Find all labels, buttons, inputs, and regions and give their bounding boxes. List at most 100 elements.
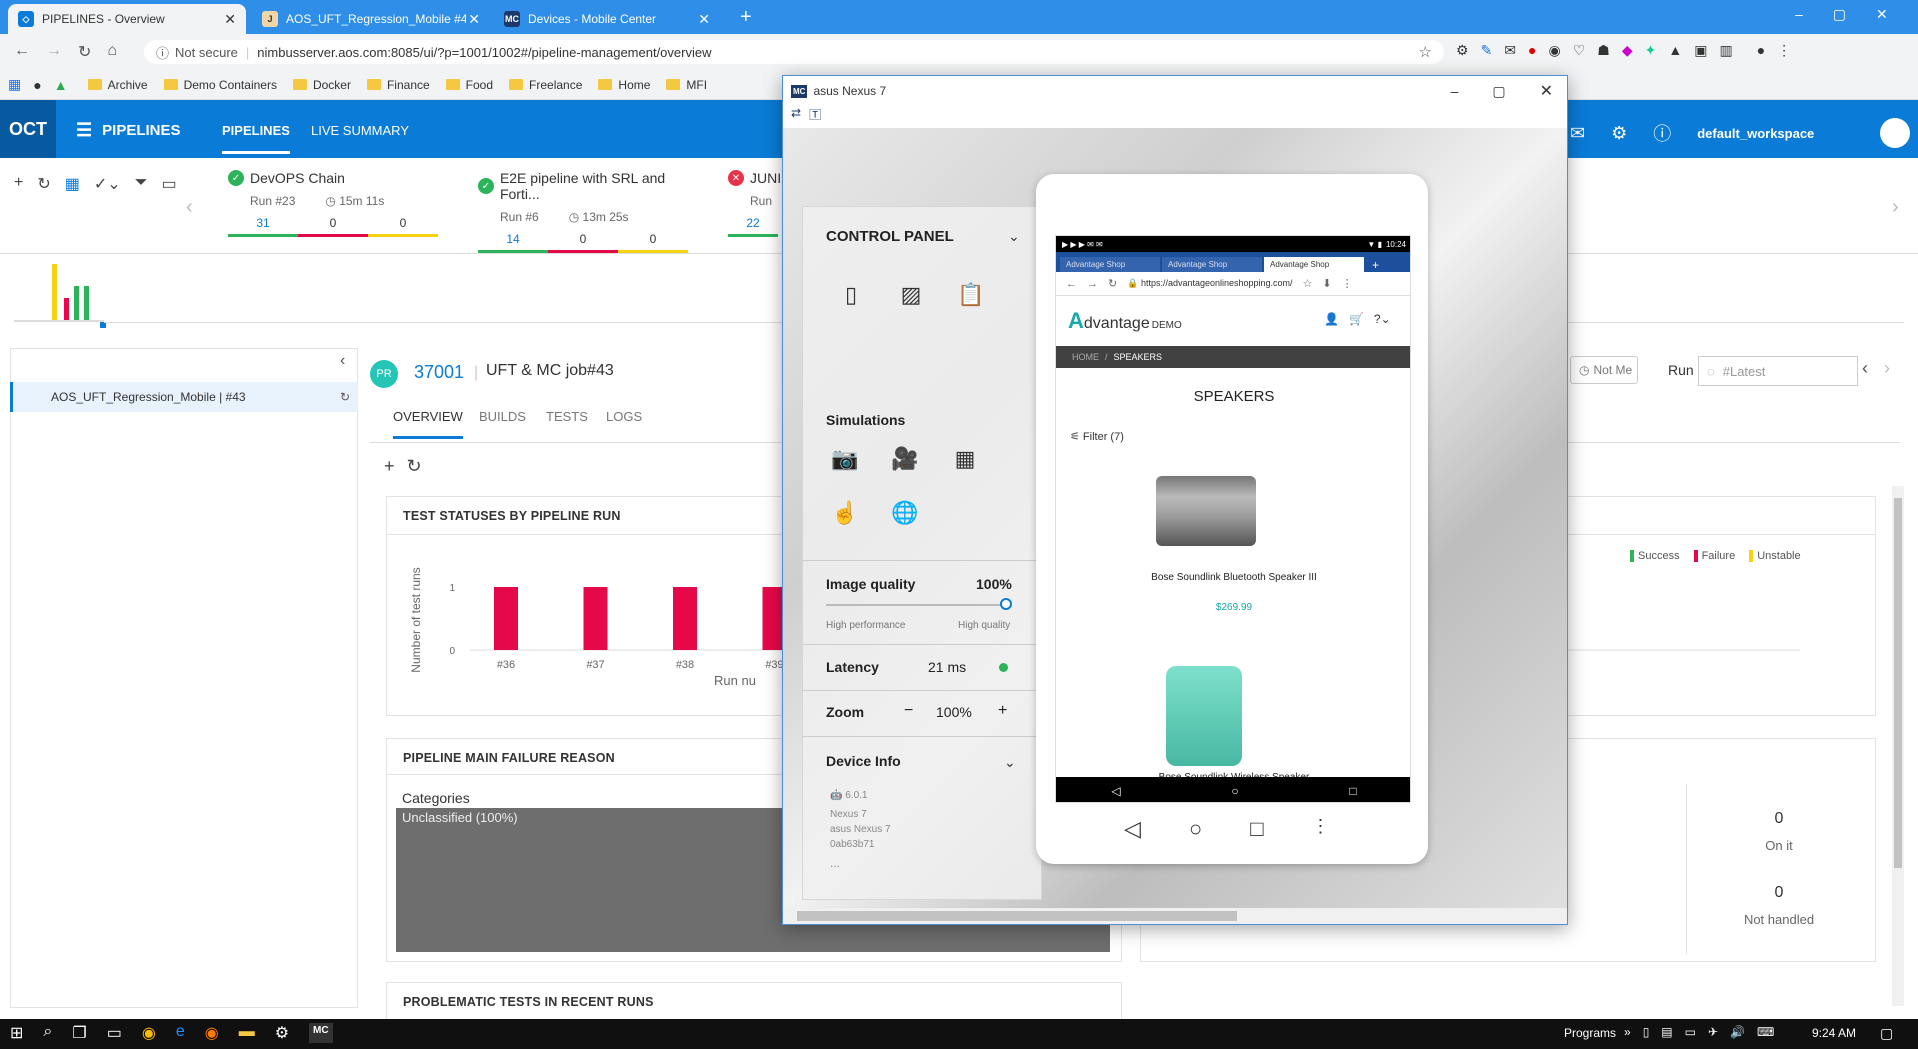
back-icon[interactable]: ← <box>14 42 30 62</box>
close-window-icon[interactable]: ✕ <box>1540 81 1553 101</box>
check-dropdown-icon[interactable]: ✓⌄ <box>94 174 121 194</box>
firefox-icon[interactable]: ◉ <box>205 1023 219 1043</box>
tab-tests[interactable]: TESTS <box>546 409 588 424</box>
pipeline-card[interactable]: ✕ JUNI Run 22 <box>728 170 788 237</box>
forward-icon[interactable]: → <box>1087 278 1098 290</box>
rotate-device-icon[interactable]: ▯ <box>836 280 866 310</box>
mobile-tab-active[interactable]: Advantage Shop <box>1264 257 1364 272</box>
window-controls[interactable]: –▢✕ <box>1795 6 1918 23</box>
scroll-right-icon[interactable]: › <box>1892 196 1899 219</box>
slider-thumb[interactable] <box>1000 598 1012 610</box>
reload-icon[interactable]: ↻ <box>78 42 91 62</box>
chrome-icon[interactable]: ◉ <box>142 1023 156 1043</box>
menu-icon[interactable]: ⋮ <box>1777 42 1791 59</box>
menu-icon[interactable]: ⋮ <box>1342 277 1353 290</box>
run-id-link[interactable]: 37001 <box>414 362 464 383</box>
filter-button[interactable]: ⚟ Filter (7) <box>1070 430 1124 443</box>
pipeline-card[interactable]: ✓ E2E pipeline with SRL and Forti... Run … <box>478 170 708 253</box>
minimize-icon[interactable]: – <box>1451 83 1459 99</box>
zoom-out-button[interactable]: − <box>904 702 913 720</box>
search-icon[interactable]: ⌕ <box>43 1023 52 1043</box>
refresh-icon[interactable]: ↻ <box>37 174 50 194</box>
close-tab-icon[interactable]: ✕ <box>698 11 710 28</box>
tab-mobile-center[interactable]: MC Devices - Mobile Center ✕ <box>494 4 720 34</box>
run-history-sparkline[interactable] <box>14 264 106 328</box>
recents-icon[interactable]: □ <box>1250 816 1263 842</box>
drive-icon[interactable]: ▲ <box>1668 42 1682 59</box>
bookmark-mfi[interactable]: MFI <box>660 78 713 92</box>
more-info[interactable]: ... <box>830 856 891 871</box>
maximize-icon[interactable]: ▢ <box>1492 83 1505 100</box>
main-menu-button[interactable]: ☰ PIPELINES <box>76 120 181 141</box>
mobile-tab[interactable]: Advantage Shop <box>1162 257 1262 272</box>
close-tab-icon[interactable]: ✕ <box>468 11 480 28</box>
pocket-icon[interactable]: ♡ <box>1573 42 1586 59</box>
workspace-selector[interactable]: default_workspace <box>1697 126 1814 141</box>
network-icon[interactable]: ✈ <box>1708 1025 1718 1039</box>
more-icon[interactable]: ⋮ <box>1312 816 1330 842</box>
video-icon[interactable]: 🎥 <box>890 444 920 474</box>
help-icon[interactable]: ?⌄ <box>1374 312 1391 326</box>
recents-icon[interactable]: □ <box>1349 784 1356 798</box>
avatar[interactable]: ● <box>1757 42 1765 59</box>
apps-icon[interactable]: ▦ <box>8 76 21 93</box>
device-screen[interactable]: ▶ ▶ ▶ ✉ ✉ ▼ ▮ 10:24 Advantage Shop Advan… <box>1055 235 1411 803</box>
bookmark-freelance[interactable]: Freelance <box>503 78 588 92</box>
tab-pipelines[interactable]: PIPELINES <box>222 123 290 154</box>
reload-icon[interactable]: ↻ <box>1108 277 1117 290</box>
bookmark-demo-containers[interactable]: Demo Containers <box>158 78 283 92</box>
clock[interactable]: 9:24 AM <box>1812 1026 1856 1040</box>
user-avatar[interactable] <box>1880 118 1911 148</box>
window-titlebar[interactable]: MC asus Nexus 7 – ▢ ✕ <box>783 76 1567 106</box>
bookmark-food[interactable]: Food <box>440 78 499 92</box>
qr-code-icon[interactable]: ▦ <box>950 444 980 474</box>
tray-icon[interactable]: ▯ <box>1643 1025 1650 1039</box>
mobile-new-tab-icon[interactable]: + <box>1372 258 1379 272</box>
tray-icon[interactable]: » <box>1624 1025 1631 1039</box>
extension-icon[interactable]: ✉ <box>1504 42 1516 59</box>
drive-icon[interactable]: ▲ <box>54 77 68 93</box>
gear-icon[interactable]: ⚙ <box>1611 123 1627 144</box>
windows-start-icon[interactable]: ⊞ <box>10 1023 23 1043</box>
ie-icon[interactable]: e <box>176 1023 185 1043</box>
breadcrumb-home[interactable]: HOME <box>1072 352 1099 362</box>
chevron-down-icon[interactable]: ⌄ <box>1008 228 1020 245</box>
cart-icon[interactable]: 🛒 <box>1349 312 1364 326</box>
sync-icon[interactable]: ⇄ <box>791 106 801 128</box>
extension-icon[interactable]: ✎ <box>1481 42 1493 59</box>
keyboard-icon[interactable]: ⌨ <box>1757 1025 1774 1039</box>
settings-icon[interactable]: ⚙ <box>275 1023 289 1043</box>
task-view-icon[interactable]: ❐ <box>72 1023 86 1043</box>
run-list-item[interactable]: AOS_UFT_Regression_Mobile | #43 ↻ <box>10 382 358 412</box>
notifications-icon[interactable]: ▢ <box>1880 1025 1893 1042</box>
mobile-tab[interactable]: Advantage Shop <box>1060 257 1160 272</box>
bookmark-docker[interactable]: Docker <box>287 78 357 92</box>
clipboard-icon[interactable]: 📋 <box>956 280 986 310</box>
camera-icon[interactable]: 📷 <box>830 444 860 474</box>
star-icon[interactable]: ☆ <box>1419 43 1432 61</box>
view-icon[interactable]: ▦ <box>65 174 80 194</box>
location-icon[interactable]: 🌐 <box>890 498 920 528</box>
volume-icon[interactable]: 🔊 <box>1730 1025 1745 1039</box>
image-quality-slider[interactable] <box>826 598 1012 610</box>
extension-icon[interactable]: ● <box>1528 42 1536 59</box>
text-input-icon[interactable]: 🅃 <box>809 106 821 128</box>
back-icon[interactable]: ← <box>1066 278 1077 290</box>
terminal-icon[interactable]: ▭ <box>107 1023 122 1043</box>
back-icon[interactable]: ◁ <box>1111 784 1120 798</box>
add-icon[interactable]: + <box>14 174 23 194</box>
app-logo[interactable]: OCT <box>0 100 56 158</box>
collapse-icon[interactable]: ▭ <box>162 174 177 194</box>
tray-icon[interactable]: ▤ <box>1661 1025 1672 1039</box>
extension-icon[interactable]: ▥ <box>1719 42 1732 59</box>
tab-pipelines-overview[interactable]: ◇ PIPELINES - Overview ✕ <box>8 4 246 34</box>
product-name[interactable]: Bose Soundlink Bluetooth Speaker III <box>1056 572 1410 583</box>
home-icon[interactable]: ⌂ <box>107 42 117 62</box>
mc-icon[interactable]: MC <box>309 1023 333 1043</box>
extension-icon[interactable]: ▣ <box>1694 42 1707 59</box>
new-tab-button[interactable]: + <box>740 6 752 29</box>
file-explorer-icon[interactable]: ▬ <box>239 1023 255 1043</box>
extension-icon[interactable]: ☗ <box>1597 42 1610 59</box>
close-tab-icon[interactable]: ✕ <box>224 11 236 28</box>
fingerprint-icon[interactable]: ☝ <box>830 498 860 528</box>
